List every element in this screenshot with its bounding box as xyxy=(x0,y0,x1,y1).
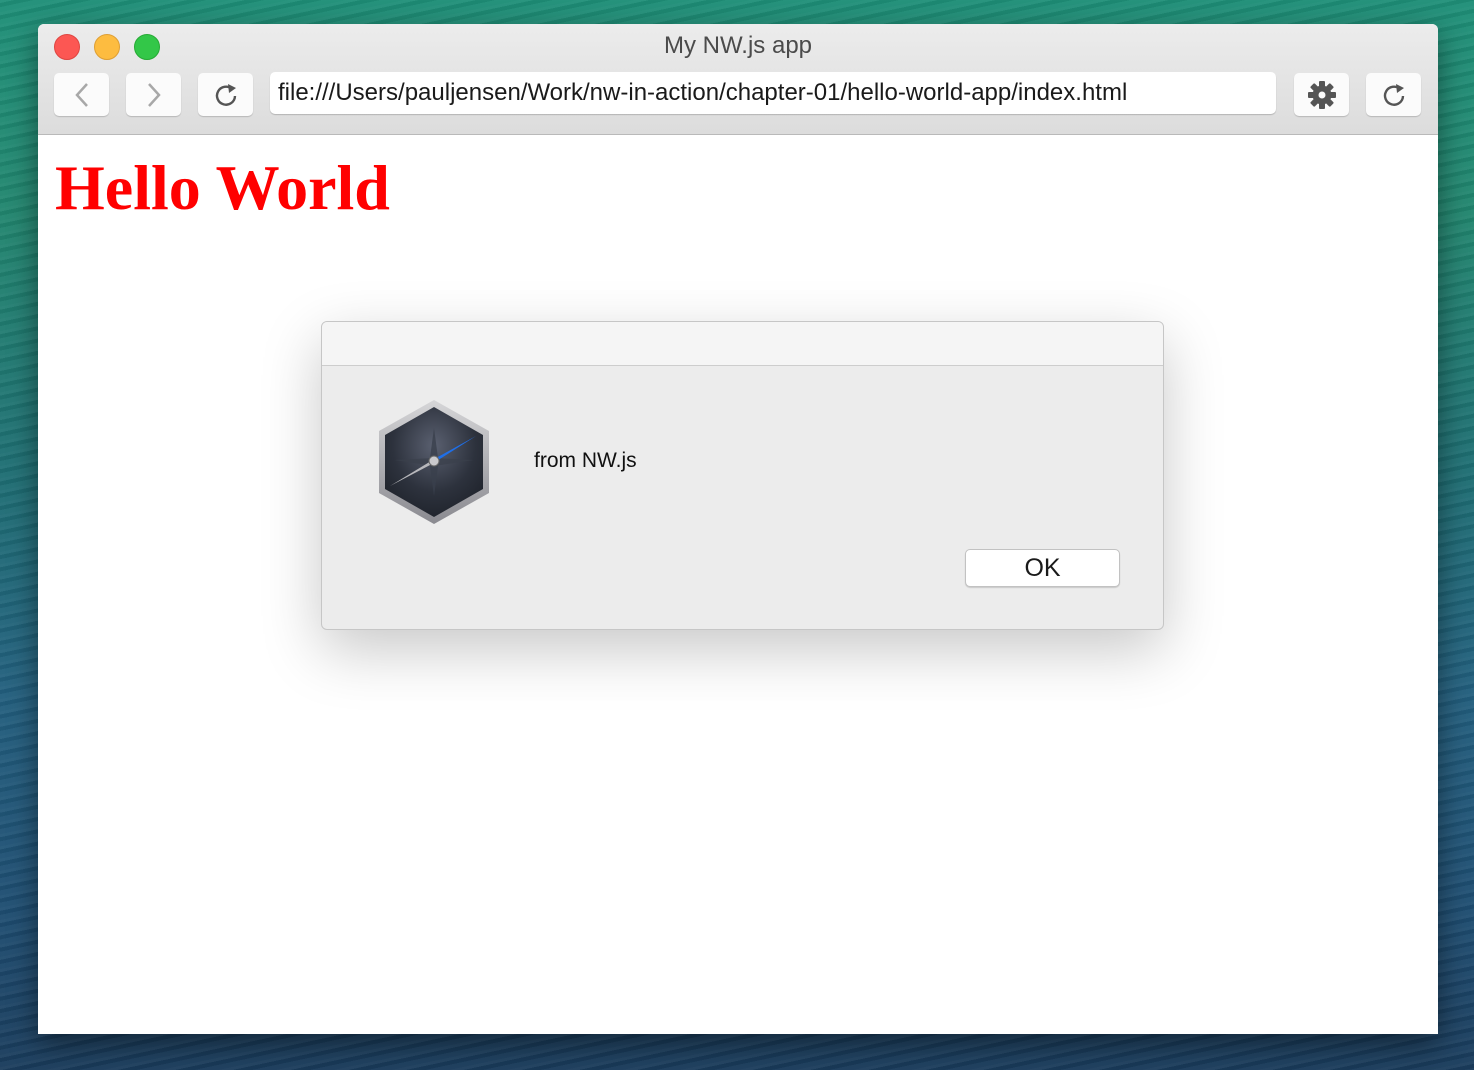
ok-button[interactable]: OK xyxy=(965,549,1120,587)
chevron-left-icon xyxy=(74,82,88,107)
gear-icon xyxy=(1307,80,1336,109)
back-button[interactable] xyxy=(54,73,109,116)
reload-icon xyxy=(1383,83,1404,106)
dialog-header xyxy=(322,322,1163,366)
reload-button[interactable] xyxy=(198,73,253,116)
url-bar[interactable]: file:///Users/pauljensen/Work/nw-in-acti… xyxy=(270,72,1276,114)
forward-button[interactable] xyxy=(126,73,181,116)
page-heading: Hello World xyxy=(55,152,390,223)
reload-icon xyxy=(215,83,236,106)
compass-icon xyxy=(379,400,489,524)
app-window: My NW.js app file:///Users/pauljensen/Wo… xyxy=(38,24,1438,1034)
chevron-right-icon xyxy=(147,82,161,107)
page-content: Hello World from NW.js OK xyxy=(38,135,1438,1034)
window-title: My NW.js app xyxy=(663,32,813,59)
title-bar: My NW.js app file:///Users/pauljensen/Wo… xyxy=(38,24,1438,135)
alert-dialog: from NW.js OK xyxy=(321,321,1164,630)
devtools-button[interactable] xyxy=(1294,73,1349,116)
url-text: file:///Users/pauljensen/Work/nw-in-acti… xyxy=(278,79,1128,106)
dialog-message: from NW.js xyxy=(534,449,637,472)
reload-app-button[interactable] xyxy=(1366,73,1421,116)
